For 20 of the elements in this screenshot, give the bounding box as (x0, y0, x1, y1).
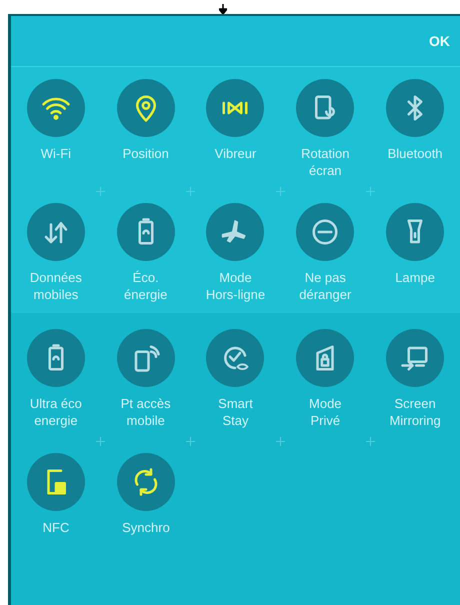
tile-label: Éco. énergie (124, 269, 168, 303)
tile-label: Position (122, 145, 169, 162)
tile-label: Lampe (395, 269, 435, 286)
tile-label: Mode Hors-ligne (206, 269, 266, 303)
down-arrow-icon (219, 4, 227, 14)
tile-label: Pt accès mobile (120, 395, 171, 429)
tile-label: Rotation écran (301, 145, 350, 179)
tile-label: Smart Stay (218, 395, 253, 429)
tile-label: Wi-Fi (40, 145, 72, 162)
tile-label: Ultra éco energie (30, 395, 82, 429)
ok-button[interactable]: OK (425, 27, 454, 55)
tile-label: Mode Privé (309, 395, 342, 429)
tile-label: Données mobiles (30, 269, 82, 303)
tile-label: Screen Mirroring (389, 395, 441, 429)
tile-label: NFC (42, 519, 70, 536)
tile-label: Synchro (122, 519, 170, 536)
tile-label: Vibreur (214, 145, 256, 162)
minus-circle-icon (310, 217, 340, 247)
tile-label: Ne pas déranger (299, 269, 352, 303)
tile-label: Bluetooth (388, 145, 443, 162)
